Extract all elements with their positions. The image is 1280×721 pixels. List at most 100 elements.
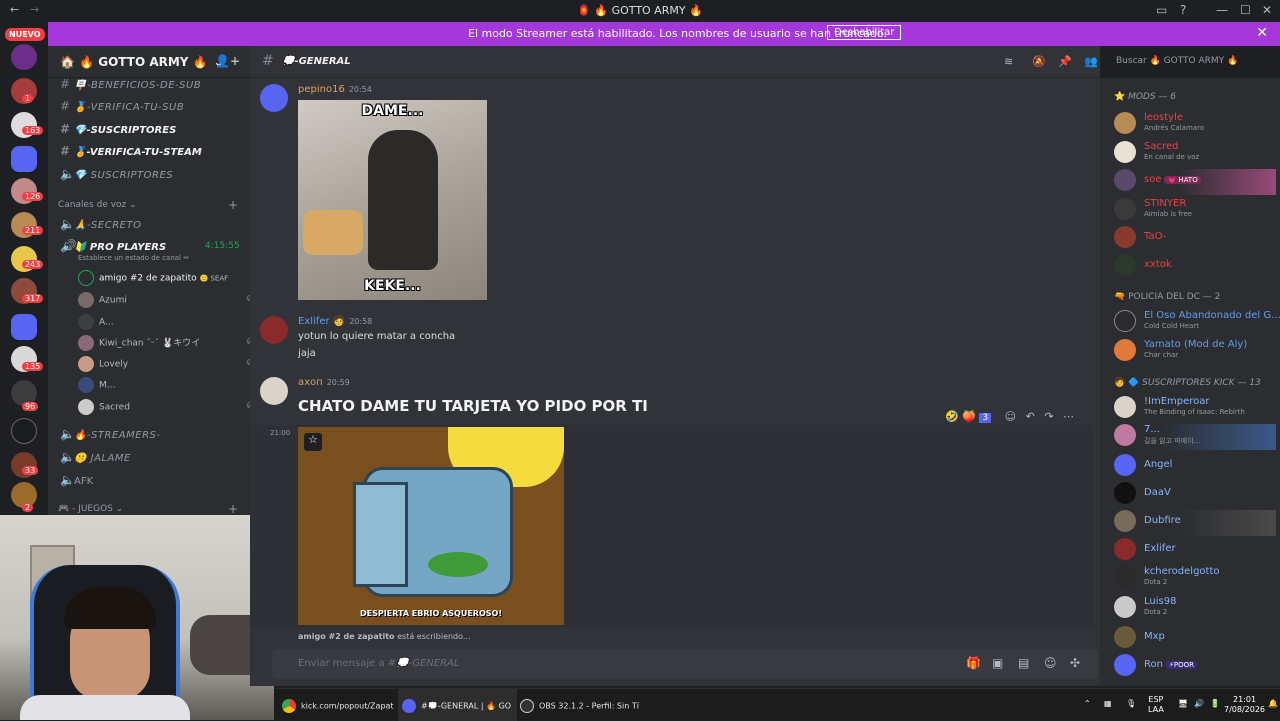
member-name: DaaV bbox=[1144, 487, 1171, 498]
voice-user[interactable]: M... bbox=[78, 377, 115, 395]
channel-name: 🔥-STREAMERS- bbox=[74, 430, 161, 441]
forward-icon[interactable]: ↷ bbox=[1044, 410, 1053, 423]
voice-channel[interactable]: 🔈AFK bbox=[56, 470, 244, 490]
banner-close-icon[interactable]: ✕ bbox=[1256, 25, 1268, 41]
voice-user[interactable]: Kiwi_chan ˘ᵕ˘ 🐰キウイ⊘ bbox=[78, 335, 254, 353]
voice-user-name: A... bbox=[99, 317, 114, 328]
gif-icon[interactable]: ▣ bbox=[992, 656, 1003, 670]
taskbar-item-chrome[interactable]: kick.com/popout/Zapat bbox=[282, 699, 394, 713]
notifications-icon[interactable]: 🔔 bbox=[1268, 699, 1278, 709]
network-icon[interactable]: 🖥 bbox=[1178, 699, 1188, 709]
maximize-icon[interactable]: ☐ bbox=[1240, 3, 1251, 17]
channel-item[interactable]: # 💎-SUSCRIPTORES bbox=[56, 119, 244, 139]
member-item[interactable]: !ImEmperoar The Binding of Isaac: Rebirth bbox=[1114, 396, 1276, 422]
folder-icon[interactable] bbox=[11, 314, 37, 340]
battery-icon[interactable]: 🔋 bbox=[1210, 699, 1220, 709]
add-channel-icon[interactable]: + bbox=[228, 502, 238, 516]
clock[interactable]: 21:01 7/08/2026 bbox=[1224, 695, 1265, 715]
avatar[interactable] bbox=[260, 84, 288, 112]
message-author[interactable]: ахоп 20:59 bbox=[298, 377, 350, 388]
mic-icon[interactable]: 🎙 bbox=[1126, 699, 1136, 709]
member-item[interactable]: soe 💗 HATO bbox=[1114, 169, 1276, 195]
help-icon[interactable]: ? bbox=[1180, 3, 1186, 17]
voice-channel[interactable]: 🔈🤫 JALAME bbox=[56, 447, 244, 467]
language-indicator[interactable]: ESP LAA bbox=[1148, 695, 1164, 715]
member-item[interactable]: Yamato (Mod de Aly) Char char bbox=[1114, 339, 1276, 365]
more-icon[interactable]: ⋯ bbox=[1063, 410, 1074, 423]
apps-icon[interactable]: ✣ bbox=[1070, 656, 1080, 670]
disable-streamer-button[interactable]: Deshabilitar bbox=[827, 25, 902, 40]
emoji-icon[interactable]: ☺ bbox=[1044, 656, 1057, 670]
member-item[interactable]: leostyle Andrés Calamaro bbox=[1114, 112, 1276, 138]
author-name: pepino16 bbox=[298, 84, 345, 95]
close-window-icon[interactable]: ✕ bbox=[1262, 3, 1272, 17]
member-item[interactable]: TaO- bbox=[1114, 226, 1276, 252]
unread-badge: 96 bbox=[22, 402, 39, 411]
member-item[interactable]: Angel bbox=[1114, 454, 1276, 480]
threads-icon[interactable]: ≋ bbox=[1004, 55, 1013, 68]
channel-item[interactable]: 🔈💎 SUSCRIPTORES bbox=[56, 164, 244, 184]
channel-item[interactable]: # 🏅-VERIFICA-TU-STEAM bbox=[56, 141, 244, 161]
reaction-count[interactable]: 3 bbox=[979, 413, 992, 423]
channel-item[interactable]: # 🏅-VERIFICA-TU-SUB bbox=[56, 96, 244, 116]
voice-channel[interactable]: 🔈🙏-SECRETO bbox=[56, 214, 244, 234]
tray-chevron-icon[interactable]: ⌃ bbox=[1084, 699, 1091, 709]
gif-attachment[interactable]: DAME... KEKE... bbox=[298, 100, 487, 300]
voice-user[interactable]: Lovely⊘ bbox=[78, 356, 254, 374]
server-icon[interactable] bbox=[11, 44, 37, 70]
hash-icon: # bbox=[60, 122, 69, 136]
gift-icon[interactable]: 🎁 bbox=[966, 656, 981, 670]
voice-channel[interactable]: 🔈🔥-STREAMERS- bbox=[56, 424, 244, 444]
channel-item[interactable]: # 🪧-BENEFICIOS-DE-SUB bbox=[56, 74, 244, 94]
message-author[interactable]: pepino16 20:54 bbox=[298, 84, 372, 95]
voice-timer: 4:15:55 bbox=[205, 241, 240, 251]
reaction-emoji-icon[interactable]: 🤣 bbox=[945, 410, 959, 423]
voice-user[interactable]: amigo #2 de zapatito 🙁 SEAF bbox=[78, 270, 228, 288]
inbox-icon[interactable]: ▭ bbox=[1156, 3, 1167, 17]
add-member-icon[interactable]: 👤+ bbox=[215, 54, 240, 68]
voice-category[interactable]: Canales de voz ⌄ + bbox=[58, 198, 238, 212]
pin-icon[interactable]: 📌 bbox=[1058, 55, 1072, 68]
search-input[interactable]: Buscar 🔥 GOTTO ARMY 🔥 bbox=[1110, 52, 1270, 72]
member-item[interactable]: kcherodelgotto Dota 2 bbox=[1114, 566, 1276, 592]
avatar[interactable] bbox=[260, 377, 288, 405]
notifications-muted-icon[interactable]: 🔕 bbox=[1032, 55, 1046, 68]
speaker-icon: 🔈 bbox=[60, 427, 75, 441]
message-composer[interactable]: Enviar mensaje a #💭-GENERAL 🎁 ▣ ▤ ☺ ✣ bbox=[272, 649, 1098, 679]
favorite-star-icon[interactable]: ☆ bbox=[304, 433, 322, 451]
member-item[interactable]: 7... 길을 잃고 마에이... bbox=[1114, 424, 1276, 450]
member-item[interactable]: Dubfire bbox=[1114, 510, 1276, 536]
message-author[interactable]: Exlifer 🧑 20:58 bbox=[298, 316, 372, 327]
volume-icon[interactable]: 🔊 bbox=[1194, 699, 1204, 709]
member-name: Mxp bbox=[1144, 631, 1165, 642]
voice-user[interactable]: Sacred⊘ bbox=[78, 399, 254, 417]
add-reaction-icon[interactable]: ☺ bbox=[1005, 410, 1016, 423]
member-item[interactable]: El Oso Abandonado del G... Cold Cold Hear… bbox=[1114, 310, 1280, 336]
member-list-icon[interactable]: 👥 bbox=[1084, 55, 1098, 68]
member-item[interactable]: DaaV bbox=[1114, 482, 1276, 508]
reaction-emoji-icon[interactable]: 🍑 bbox=[962, 410, 976, 423]
folder-icon[interactable] bbox=[11, 146, 37, 172]
tray-app-icon[interactable]: ▦ bbox=[1104, 699, 1112, 709]
games-category[interactable]: 🎮 - JUEGOS ⌄ + bbox=[58, 502, 238, 516]
member-item[interactable]: Mxp bbox=[1114, 626, 1276, 652]
reply-icon[interactable]: ↶ bbox=[1026, 410, 1035, 423]
taskbar-item-discord[interactable]: #💭-GENERAL | 🔥 GO bbox=[398, 689, 518, 721]
member-item[interactable]: Exlifer bbox=[1114, 538, 1276, 564]
voice-user[interactable]: A... bbox=[78, 314, 114, 332]
server-icon[interactable] bbox=[11, 418, 37, 444]
member-item[interactable]: Sacred En canal de voz bbox=[1114, 141, 1276, 167]
sticker-icon[interactable]: ▤ bbox=[1018, 656, 1029, 670]
minimize-icon[interactable]: — bbox=[1216, 3, 1228, 17]
taskbar-item-obs[interactable]: OBS 32.1.2 - Perfil: Sin Tí bbox=[520, 699, 639, 713]
unread-badge: 126 bbox=[22, 192, 44, 201]
add-channel-icon[interactable]: + bbox=[228, 198, 238, 212]
member-item[interactable]: Luis98 Dota 2 bbox=[1114, 596, 1276, 622]
avatar[interactable] bbox=[260, 316, 288, 344]
gif-attachment[interactable]: ☆ DESPIERTA EBRIO ASQUEROSO! bbox=[298, 427, 564, 625]
member-item[interactable]: Ron ⚡POOR bbox=[1114, 654, 1276, 680]
member-item[interactable]: STINYER Aimlab is free bbox=[1114, 198, 1276, 224]
voice-user[interactable]: Azumi⊘ bbox=[78, 292, 254, 310]
member-status: The Binding of Isaac: Rebirth bbox=[1144, 408, 1245, 416]
member-item[interactable]: xxtok bbox=[1114, 254, 1276, 280]
